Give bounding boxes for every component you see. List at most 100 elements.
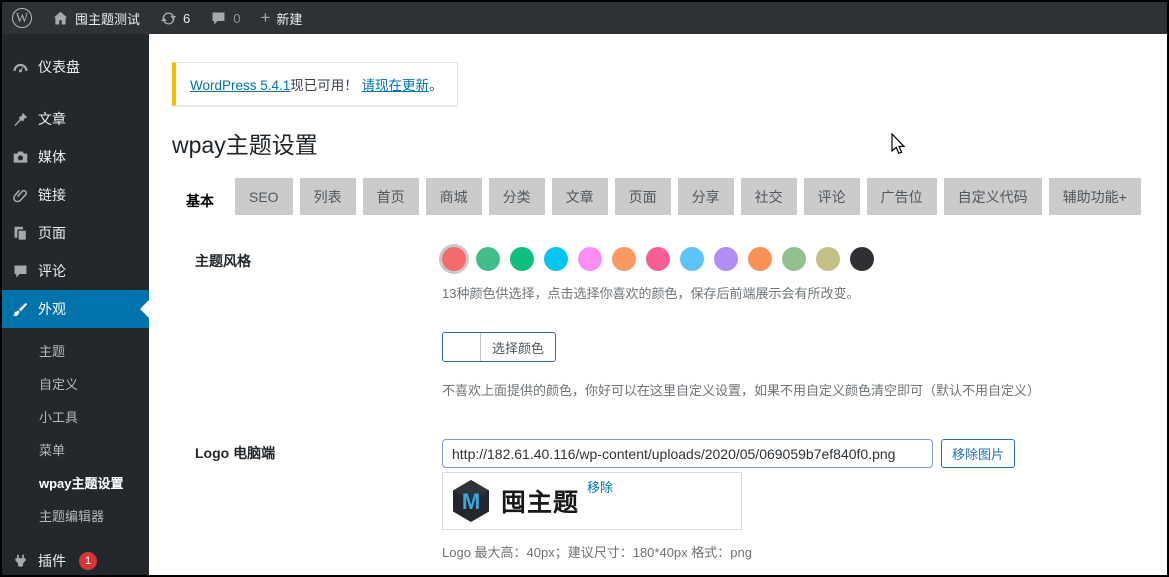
tab-comment[interactable]: 评论	[804, 178, 860, 215]
logo-pc-remove-link[interactable]: 移除	[587, 477, 613, 496]
theme-color-swatch[interactable]	[680, 247, 704, 271]
update-now-link[interactable]: 请现在更新	[362, 78, 430, 93]
plugins-update-badge: 1	[79, 552, 97, 570]
custom-color-hint: 不喜欢上面提供的颜色，你好可以在这里自定义设置，如果不用自定义颜色清空即可（默认…	[442, 380, 1147, 399]
sidebar-sub-menus[interactable]: 菜单	[2, 433, 149, 466]
tab-custom-code[interactable]: 自定义代码	[944, 178, 1042, 215]
sidebar-item-label: 外观	[38, 299, 66, 319]
sidebar-sub-wpay-settings[interactable]: wpay主题设置	[2, 466, 149, 499]
sidebar-item-comments[interactable]: 评论	[2, 252, 149, 290]
comments-menu[interactable]: 0	[200, 2, 250, 34]
tab-home[interactable]: 首页	[363, 178, 419, 215]
pushpin-icon	[12, 111, 29, 128]
color-picker-swatch	[443, 333, 481, 361]
custom-color-picker-button[interactable]: 选择颜色	[442, 332, 556, 362]
home-icon	[52, 10, 69, 27]
site-menu[interactable]: 囤主题测试	[42, 2, 150, 34]
theme-style-label: 主题风格	[172, 247, 442, 399]
theme-color-swatch[interactable]	[510, 247, 534, 271]
color-picker-label: 选择颜色	[481, 333, 555, 361]
theme-color-palette	[442, 247, 1147, 271]
theme-color-swatch[interactable]	[578, 247, 602, 271]
new-content-menu[interactable]: + 新建	[250, 2, 312, 34]
sidebar-item-label: 仪表盘	[38, 57, 80, 77]
plug-icon	[12, 553, 29, 570]
logo-pc-url-input[interactable]	[442, 439, 933, 468]
logo-text: 囤主题	[501, 483, 579, 519]
theme-color-swatch[interactable]	[816, 247, 840, 271]
wordpress-logo-icon: W	[12, 8, 32, 28]
sidebar-item-plugins[interactable]: 插件 1	[2, 542, 149, 577]
browser-viewport: W 囤主题测试 6 0 + 新建 仪表盘 文章 媒体	[0, 0, 1169, 577]
admin-sidebar: 仪表盘 文章 媒体 链接 页面 评论 外观 主题 自定义	[2, 34, 149, 575]
tab-list[interactable]: 列表	[300, 178, 356, 215]
comment-icon	[12, 263, 29, 280]
theme-color-swatch[interactable]	[748, 247, 772, 271]
sidebar-item-appearance[interactable]: 外观	[2, 290, 149, 328]
logo-pc-label: Logo 电脑端	[172, 439, 442, 561]
settings-form: 主题风格	[172, 247, 1167, 575]
main-content: WordPress 5.4.1现已可用！ 请现在更新。 wpay主题设置 基本 …	[149, 34, 1167, 575]
sidebar-item-label: 插件	[38, 551, 66, 571]
wp-logo-menu[interactable]: W	[2, 2, 42, 34]
hexagon-logo-icon: M	[449, 479, 493, 523]
plus-icon: +	[260, 9, 270, 26]
theme-color-swatch-selected[interactable]	[442, 247, 466, 271]
update-notice: WordPress 5.4.1现已可用！ 请现在更新。	[172, 62, 458, 106]
updates-menu[interactable]: 6	[150, 2, 200, 34]
logo-pc-remove-button[interactable]: 移除图片	[941, 439, 1015, 468]
tab-basic[interactable]: 基本	[172, 178, 228, 224]
sidebar-item-dashboard[interactable]: 仪表盘	[2, 48, 149, 86]
svg-text:M: M	[462, 489, 480, 514]
dashboard-icon	[12, 59, 29, 76]
tab-shop[interactable]: 商城	[426, 178, 482, 215]
sidebar-item-label: 页面	[38, 223, 66, 243]
theme-color-swatch[interactable]	[476, 247, 500, 271]
camera-icon	[12, 149, 29, 166]
sidebar-item-links[interactable]: 链接	[2, 176, 149, 214]
admin-bar: W 囤主题测试 6 0 + 新建	[2, 2, 1167, 34]
comment-bubble-icon	[210, 10, 227, 27]
theme-color-swatch[interactable]	[714, 247, 738, 271]
settings-tabs: 基本 SEO 列表 首页 商城 分类 文章 页面 分享 社交 评论 广告位 自定…	[172, 178, 1167, 215]
theme-color-swatch[interactable]	[646, 247, 670, 271]
tab-category[interactable]: 分类	[489, 178, 545, 215]
logo-pc-preview: M 囤主题 移除	[442, 472, 742, 530]
tab-ads[interactable]: 广告位	[867, 178, 937, 215]
update-count: 6	[183, 11, 190, 26]
theme-color-swatch[interactable]	[612, 247, 636, 271]
sidebar-item-pages[interactable]: 页面	[2, 214, 149, 252]
notice-period: 。	[429, 78, 443, 93]
pages-icon	[12, 225, 29, 242]
sidebar-sub-themes[interactable]: 主题	[2, 334, 149, 367]
sidebar-item-label: 评论	[38, 261, 66, 281]
tab-share[interactable]: 分享	[678, 178, 734, 215]
paperclip-icon	[12, 187, 29, 204]
sidebar-sub-customize[interactable]: 自定义	[2, 367, 149, 400]
wordpress-version-link[interactable]: WordPress 5.4.1	[190, 78, 290, 93]
theme-color-swatch[interactable]	[544, 247, 568, 271]
sidebar-item-label: 链接	[38, 185, 66, 205]
update-icon	[160, 10, 177, 27]
current-menu-arrow	[140, 300, 149, 318]
sidebar-item-posts[interactable]: 文章	[2, 100, 149, 138]
tab-social[interactable]: 社交	[741, 178, 797, 215]
notice-text: 现已可用！	[290, 78, 361, 93]
site-name: 囤主题测试	[75, 9, 140, 28]
tab-post[interactable]: 文章	[552, 178, 608, 215]
sidebar-item-label: 媒体	[38, 147, 66, 167]
theme-color-swatch[interactable]	[782, 247, 806, 271]
theme-style-hint: 13种颜色供选择，点击选择你喜欢的颜色，保存后前端展示会有所改变。	[442, 283, 1147, 302]
comment-count: 0	[233, 11, 240, 26]
logo-pc-hint: Logo 最大高：40px；建议尺寸：180*40px 格式：png	[442, 542, 1147, 561]
sidebar-item-media[interactable]: 媒体	[2, 138, 149, 176]
sidebar-sub-widgets[interactable]: 小工具	[2, 400, 149, 433]
theme-color-swatch[interactable]	[850, 247, 874, 271]
sidebar-sub-theme-editor[interactable]: 主题编辑器	[2, 499, 149, 532]
tab-seo[interactable]: SEO	[235, 178, 293, 215]
new-label: 新建	[276, 9, 302, 28]
tab-page[interactable]: 页面	[615, 178, 671, 215]
tab-extra-features[interactable]: 辅助功能+	[1049, 178, 1141, 215]
page-title: wpay主题设置	[172, 126, 1167, 160]
appearance-submenu: 主题 自定义 小工具 菜单 wpay主题设置 主题编辑器	[2, 328, 149, 542]
